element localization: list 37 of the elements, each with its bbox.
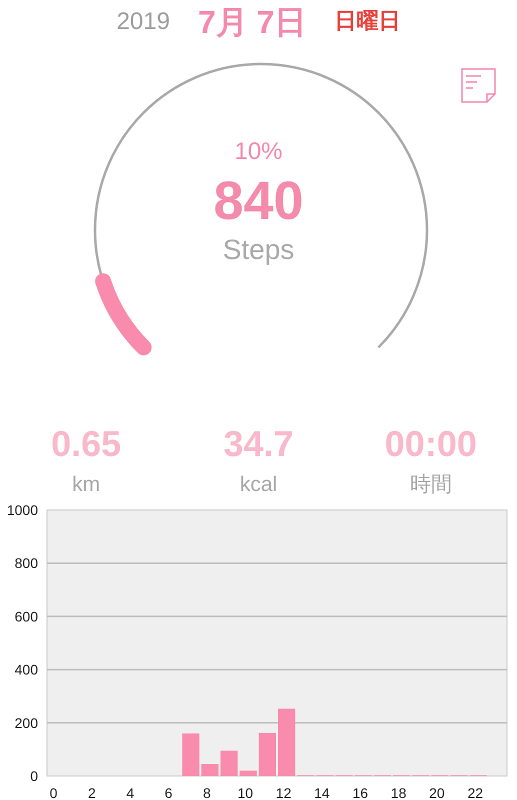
- steps-unit: Steps: [222, 236, 294, 264]
- y-tick-label: 400: [14, 662, 38, 678]
- bar: [278, 708, 296, 776]
- x-tick-label: 12: [276, 785, 292, 800]
- x-tick-label: 4: [126, 785, 134, 800]
- stat-unit: kcal: [240, 474, 278, 495]
- year-label: 2019: [116, 10, 170, 34]
- bar: [220, 750, 238, 776]
- x-tick-label: 8: [203, 785, 211, 800]
- bar: [182, 733, 200, 776]
- y-tick-label: 0: [30, 768, 38, 784]
- x-tick-label: 2: [88, 785, 96, 800]
- x-tick-label: 10: [237, 785, 254, 800]
- stat-unit: 時間: [410, 474, 452, 495]
- x-tick-label: 16: [352, 785, 368, 800]
- stat-value: 00:00: [384, 426, 477, 462]
- x-tick-label: 20: [429, 785, 445, 800]
- y-tick-label: 600: [14, 608, 38, 624]
- note-icon[interactable]: [461, 68, 497, 104]
- bar: [240, 770, 257, 776]
- y-tick-label: 1000: [6, 502, 38, 518]
- steps-count: 840: [213, 174, 304, 228]
- bar: [258, 732, 276, 776]
- date-label: 7月 7日: [198, 6, 306, 38]
- stat-unit: km: [72, 474, 100, 495]
- bar: [201, 764, 218, 776]
- x-tick-label: 18: [390, 785, 406, 800]
- weekday-label: 日曜日: [334, 11, 400, 33]
- stat-value: 34.7: [223, 426, 294, 462]
- y-tick-label: 800: [14, 555, 38, 572]
- percent-label: 10%: [234, 140, 283, 164]
- x-tick-label: 22: [467, 785, 484, 800]
- y-tick-label: 200: [14, 714, 38, 731]
- stat-value: 0.65: [51, 426, 122, 462]
- x-tick-label: 14: [314, 785, 330, 800]
- x-tick-label: 6: [164, 785, 172, 800]
- x-tick-label: 0: [50, 785, 58, 800]
